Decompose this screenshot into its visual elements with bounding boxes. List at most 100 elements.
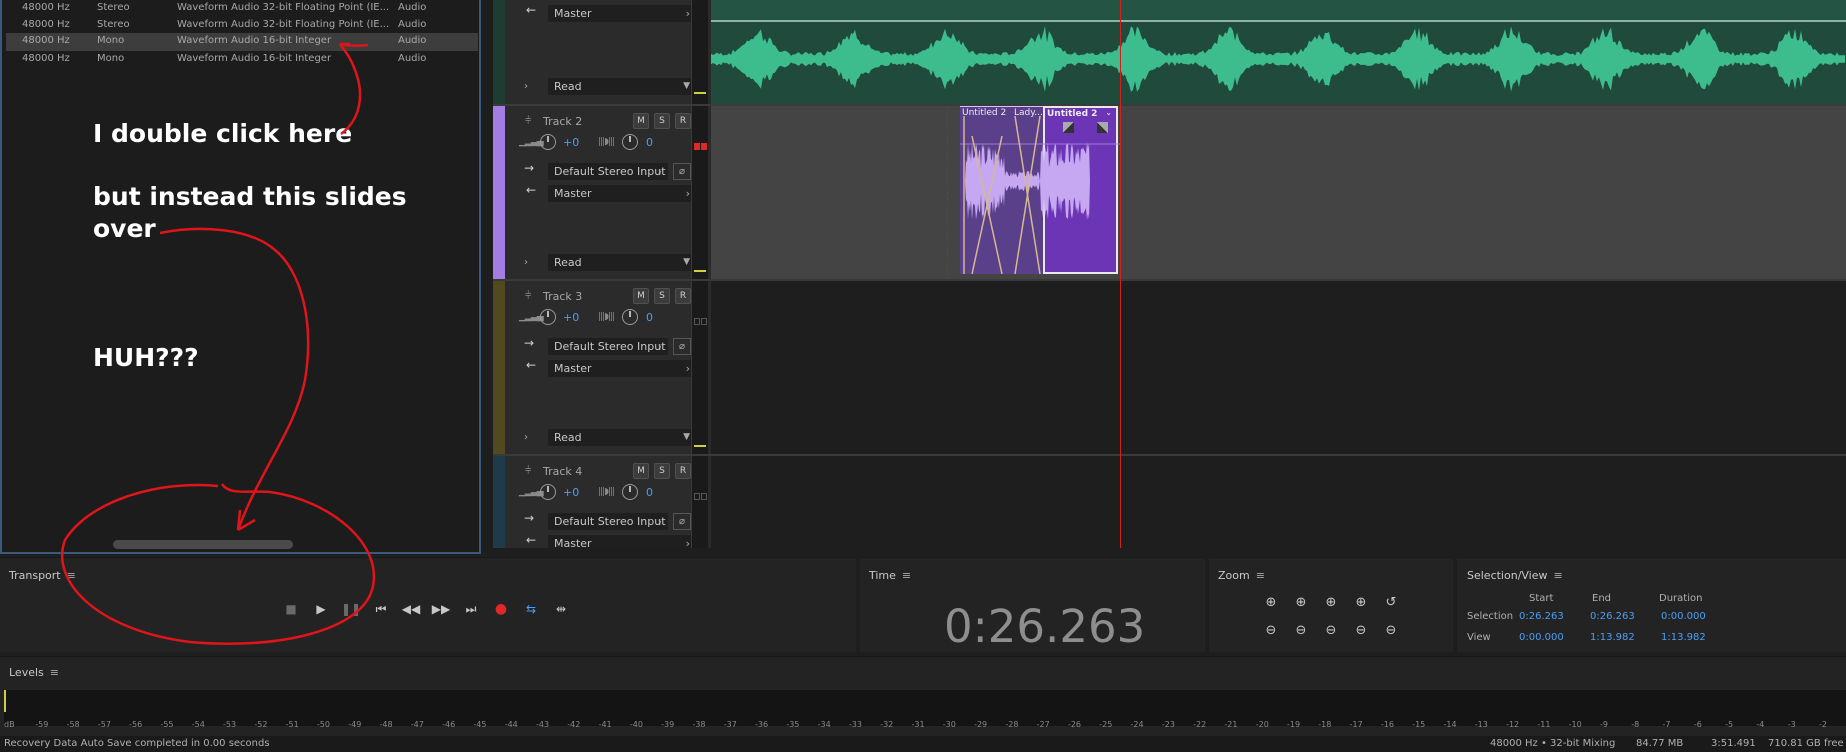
selection-end-field[interactable]: 0:26.263	[1590, 611, 1635, 622]
view-duration-field[interactable]: 1:13.982	[1661, 632, 1706, 643]
media-type-cell: Audio	[398, 53, 427, 64]
go-to-start-icon[interactable]: ⏮	[371, 600, 391, 618]
media-type-cell: Audio	[398, 35, 427, 46]
solo-button[interactable]: S	[654, 463, 670, 479]
levels-scale-tick: -37	[723, 720, 737, 729]
zoom-out-amplitude-icon[interactable]: ⊕	[1289, 593, 1313, 613]
play-icon[interactable]: ▶	[311, 600, 331, 618]
input-mono-icon[interactable]: ⌀	[673, 163, 691, 180]
rewind-icon[interactable]: ◀◀	[401, 600, 421, 618]
levels-scale-tick: -35	[786, 720, 800, 729]
volume-value[interactable]: +0	[563, 136, 579, 149]
zoom-in-left-icon[interactable]: ⊕	[1349, 593, 1373, 613]
input-select[interactable]: Default Stereo Input ›	[548, 338, 668, 355]
track-level-meter	[691, 0, 708, 104]
levels-scale-tick: -51	[285, 720, 299, 729]
levels-scale-tick: -3	[1787, 720, 1796, 729]
file-list-row[interactable]: 48000 Hz Stereo Waveform Audio 32-bit Floa…	[6, 0, 478, 18]
expand-icon[interactable]: ›	[524, 432, 528, 443]
automation-label: Read	[554, 431, 582, 444]
clip-indicator-right	[701, 318, 707, 325]
pan-value[interactable]: 0	[646, 486, 653, 499]
levels-scale-tick: -20	[1255, 720, 1269, 729]
panel-menu-icon[interactable]: ≡	[67, 569, 76, 582]
playhead[interactable]	[1120, 0, 1121, 548]
output-select[interactable]: Master ›	[548, 535, 696, 548]
track-lane[interactable]	[711, 281, 1846, 454]
track-name[interactable]: Track 2	[543, 115, 582, 128]
zoom-out-time-icon[interactable]: ⊖	[1289, 621, 1313, 641]
track-lane[interactable]	[711, 456, 1846, 548]
time-display[interactable]: 0:26.263	[944, 600, 1145, 653]
volume-knob[interactable]	[540, 134, 556, 150]
go-to-end-icon[interactable]: ⏭	[461, 600, 481, 618]
levels-title: Levels	[9, 666, 44, 679]
expand-icon[interactable]: ›	[524, 81, 528, 92]
pan-knob[interactable]	[622, 134, 638, 150]
volume-value[interactable]: +0	[563, 311, 579, 324]
automation-mode-select[interactable]: Read ▼	[548, 78, 696, 95]
panel-menu-icon[interactable]: ≡	[50, 666, 59, 679]
horizontal-scrollbar[interactable]	[113, 540, 293, 549]
zoom-in-time-icon[interactable]: ⊕	[1319, 593, 1343, 613]
track-level-meter	[691, 281, 708, 454]
stop-icon[interactable]: ■	[281, 600, 301, 618]
solo-button[interactable]: S	[654, 113, 670, 129]
input-arrow-icon: →	[524, 336, 535, 350]
input-mono-icon[interactable]: ⌀	[673, 513, 691, 530]
volume-value[interactable]: +0	[563, 486, 579, 499]
file-list-row[interactable]: 48000 Hz Mono Waveform Audio 16-bit Intege…	[6, 33, 478, 51]
expand-icon[interactable]: ›	[524, 257, 528, 268]
zoom-out-full-icon[interactable]: ⊖	[1259, 621, 1283, 641]
output-select[interactable]: Master ›	[548, 185, 696, 202]
record-arm-button[interactable]: R	[675, 288, 691, 304]
view-start-field[interactable]: 0:00.000	[1519, 632, 1564, 643]
automation-mode-select[interactable]: Read ▼	[548, 254, 696, 271]
volume-knob[interactable]	[540, 484, 556, 500]
view-end-field[interactable]: 1:13.982	[1590, 632, 1635, 643]
track-lane[interactable]	[711, 0, 1846, 104]
automation-mode-select[interactable]: Read ▼	[548, 429, 696, 446]
selection-start-field[interactable]: 0:26.263	[1519, 611, 1564, 622]
record-arm-button[interactable]: R	[675, 463, 691, 479]
output-select[interactable]: Master ›	[548, 360, 696, 377]
levels-scale-tick: -32	[880, 720, 894, 729]
fast-forward-icon[interactable]: ▶▶	[431, 600, 451, 618]
track-name[interactable]: Track 4	[543, 465, 582, 478]
pan-knob[interactable]	[622, 484, 638, 500]
input-select[interactable]: Default Stereo Input ›	[548, 163, 668, 180]
zoom-out-left-icon[interactable]: ⊖	[1319, 621, 1343, 641]
pause-icon[interactable]: ❚❚	[341, 600, 361, 618]
track-lane[interactable]: Untitled 2 Lady... Untitled 2 ⌄	[711, 106, 1846, 279]
pan-knob[interactable]	[622, 309, 638, 325]
skip-selection-icon[interactable]: ⇹	[551, 600, 571, 618]
output-select[interactable]: Master ›	[548, 5, 696, 22]
track-1: ← Master › › Read ▼	[493, 0, 1846, 104]
track-2-waveform	[960, 115, 1120, 275]
record-icon[interactable]: ●	[491, 600, 511, 618]
record-arm-button[interactable]: R	[675, 113, 691, 129]
levels-scale-tick: -2	[1819, 720, 1827, 729]
selection-duration-field[interactable]: 0:00.000	[1661, 611, 1706, 622]
zoom-selection-icon[interactable]: ⊖	[1349, 621, 1373, 641]
levels-scale-tick: -7	[1662, 720, 1671, 729]
pan-value[interactable]: 0	[646, 311, 653, 324]
pan-value[interactable]: 0	[646, 136, 653, 149]
file-list-row[interactable]: 48000 Hz Mono Waveform Audio 16-bit Intege…	[6, 51, 478, 69]
zoom-reset-icon[interactable]: ↺	[1379, 593, 1403, 613]
input-mono-icon[interactable]: ⌀	[673, 338, 691, 355]
zoom-in-amplitude-icon[interactable]: ⊕	[1259, 593, 1283, 613]
volume-knob[interactable]	[540, 309, 556, 325]
input-select[interactable]: Default Stereo Input ›	[548, 513, 668, 530]
status-disk-free: 710.81 GB free	[1768, 738, 1844, 749]
panel-menu-icon[interactable]: ≡	[1256, 569, 1265, 582]
loop-icon[interactable]: ⇆	[521, 600, 541, 618]
solo-button[interactable]: S	[654, 288, 670, 304]
panel-menu-icon[interactable]: ≡	[902, 569, 911, 582]
panel-menu-icon[interactable]: ≡	[1554, 569, 1563, 582]
track-name[interactable]: Track 3	[543, 290, 582, 303]
zoom-out-right-icon[interactable]: ⊖	[1379, 621, 1403, 641]
mute-button[interactable]: M	[633, 463, 649, 479]
mute-button[interactable]: M	[633, 288, 649, 304]
mute-button[interactable]: M	[633, 113, 649, 129]
